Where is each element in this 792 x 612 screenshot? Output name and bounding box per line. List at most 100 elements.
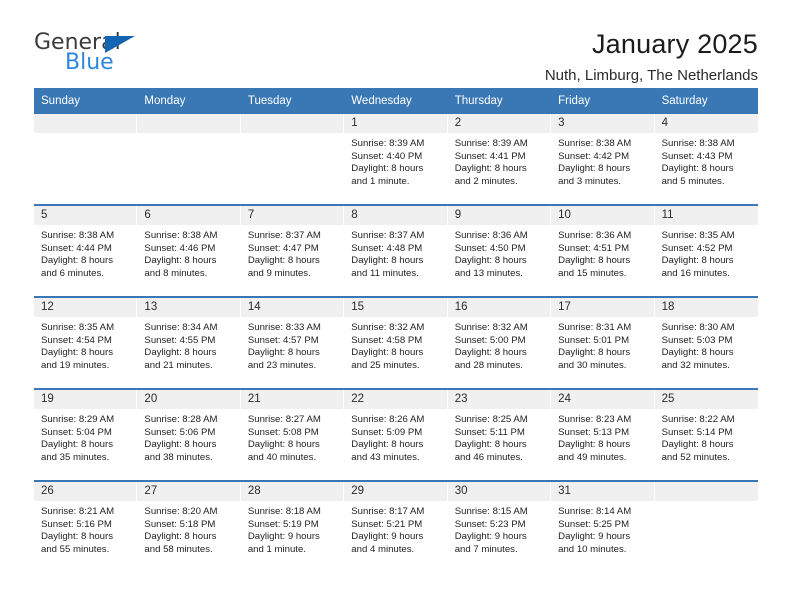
sunset-text: Sunset: 4:58 PM (351, 334, 423, 346)
day-cell[interactable]: 10 Sunrise: 8:36 AM Sunset: 4:51 PM Dayligh… (551, 206, 655, 296)
day-cell[interactable]: 7 Sunrise: 8:37 AM Sunset: 4:47 PM Daylight… (240, 206, 345, 296)
day-sun-info: Sunrise: 8:26 AM Sunset: 5:09 PM Daylight:… (344, 409, 447, 470)
sunrise-text: Sunrise: 8:38 AM (41, 230, 115, 241)
day-cell[interactable]: 9 Sunrise: 8:36 AM Sunset: 4:50 PM Daylight… (447, 206, 552, 296)
day-sun-info: Sunrise: 8:39 AM Sunset: 4:41 PM Daylight:… (448, 133, 551, 194)
day-cell[interactable]: 6 Sunrise: 8:38 AM Sunset: 4:46 PM Daylight… (137, 206, 241, 296)
daylight-text-line1: Daylight: 9 hours (454, 531, 527, 543)
daylight-text-line1: Daylight: 8 hours (144, 531, 217, 543)
day-sun-info: Sunrise: 8:21 AM Sunset: 5:16 PM Daylight:… (34, 501, 137, 562)
day-number: 11 (654, 206, 758, 225)
day-cell[interactable]: 24 Sunrise: 8:23 AM Sunset: 5:13 PM Dayligh… (551, 390, 655, 480)
day-number: 12 (34, 298, 138, 317)
sunrise-text: Sunrise: 8:21 AM (41, 506, 115, 517)
day-number: 16 (447, 298, 552, 317)
daylight-text-line1: Daylight: 8 hours (351, 163, 424, 175)
daylight-text-line1: Daylight: 8 hours (661, 163, 734, 175)
day-cell[interactable]: 14 Sunrise: 8:33 AM Sunset: 4:57 PM Dayligh… (240, 298, 345, 388)
day-sun-info: Sunrise: 8:35 AM Sunset: 4:52 PM Daylight:… (655, 225, 758, 286)
daylight-text-line1: Daylight: 8 hours (144, 439, 217, 451)
sunset-text: Sunset: 5:25 PM (558, 518, 630, 530)
day-cell[interactable]: 15 Sunrise: 8:32 AM Sunset: 4:58 PM Dayligh… (344, 298, 448, 388)
day-cell[interactable]: 2 Sunrise: 8:39 AM Sunset: 4:41 PM Daylight… (447, 114, 552, 204)
day-cell[interactable]: 25 Sunrise: 8:22 AM Sunset: 5:14 PM Dayligh… (654, 390, 758, 480)
day-cell[interactable]: 16 Sunrise: 8:32 AM Sunset: 5:00 PM Dayligh… (447, 298, 552, 388)
sunset-text: Sunset: 5:19 PM (247, 518, 319, 530)
daylight-text-line2: and 16 minutes. (661, 267, 730, 279)
daylight-text-line2: and 19 minutes. (41, 359, 110, 371)
daylight-text-line1: Daylight: 9 hours (351, 531, 424, 543)
daylight-text-line1: Daylight: 9 hours (247, 531, 320, 543)
day-cell[interactable]: 3 Sunrise: 8:38 AM Sunset: 4:42 PM Daylight… (551, 114, 655, 204)
daylight-text-line2: and 1 minute. (247, 543, 306, 555)
day-number: 8 (344, 206, 448, 225)
daylight-text-line1: Daylight: 8 hours (41, 255, 113, 267)
day-cell[interactable]: 8 Sunrise: 8:37 AM Sunset: 4:48 PM Daylight… (344, 206, 448, 296)
day-number: 31 (551, 482, 655, 501)
day-cell[interactable]: 1 Sunrise: 8:39 AM Sunset: 4:40 PM Daylight… (344, 114, 448, 204)
day-cell[interactable]: 5 Sunrise: 8:38 AM Sunset: 4:44 PM Daylight… (34, 206, 138, 296)
daylight-text-line2: and 30 minutes. (558, 359, 627, 371)
day-cell-empty (240, 114, 345, 204)
daylight-text-line1: Daylight: 8 hours (247, 347, 320, 359)
sunset-text: Sunset: 5:18 PM (144, 518, 216, 530)
daylight-text-line2: and 4 minutes. (351, 543, 415, 555)
day-number: 27 (137, 482, 241, 501)
day-number: 7 (240, 206, 345, 225)
sunset-text: Sunset: 4:43 PM (661, 150, 733, 162)
sunrise-text: Sunrise: 8:28 AM (144, 414, 218, 425)
sunset-text: Sunset: 4:44 PM (41, 242, 112, 254)
day-cell[interactable]: 19 Sunrise: 8:29 AM Sunset: 5:04 PM Dayligh… (34, 390, 138, 480)
sunset-text: Sunset: 4:57 PM (247, 334, 319, 346)
daylight-text-line1: Daylight: 8 hours (558, 163, 631, 175)
sunset-text: Sunset: 5:03 PM (661, 334, 733, 346)
day-cell[interactable]: 22 Sunrise: 8:26 AM Sunset: 5:09 PM Dayligh… (344, 390, 448, 480)
sunrise-text: Sunrise: 8:33 AM (247, 322, 321, 333)
day-number: 17 (551, 298, 655, 317)
daylight-text-line2: and 49 minutes. (558, 451, 627, 463)
daylight-text-line1: Daylight: 8 hours (41, 347, 113, 359)
day-cell[interactable]: 4 Sunrise: 8:38 AM Sunset: 4:43 PM Daylight… (654, 114, 758, 204)
sunrise-text: Sunrise: 8:36 AM (454, 230, 528, 241)
daylight-text-line2: and 10 minutes. (558, 543, 627, 555)
daylight-text-line1: Daylight: 8 hours (558, 439, 631, 451)
day-cell[interactable]: 12 Sunrise: 8:35 AM Sunset: 4:54 PM Dayligh… (34, 298, 138, 388)
day-cell-empty (654, 482, 758, 572)
weekday-header-wednesday: Wednesday (351, 95, 412, 107)
daylight-text-line2: and 28 minutes. (454, 359, 523, 371)
sunset-text: Sunset: 5:09 PM (351, 426, 423, 438)
day-cell[interactable]: 11 Sunrise: 8:35 AM Sunset: 4:52 PM Dayligh… (654, 206, 758, 296)
page-header: General Blue January 2025 Nuth, Limburg,… (0, 0, 792, 84)
sunset-text: Sunset: 5:21 PM (351, 518, 423, 530)
day-cell[interactable]: 26 Sunrise: 8:21 AM Sunset: 5:16 PM Dayligh… (34, 482, 138, 572)
day-number: 28 (240, 482, 345, 501)
daylight-text-line1: Daylight: 8 hours (661, 439, 734, 451)
brand-logo[interactable]: General Blue (34, 28, 154, 76)
sunset-text: Sunset: 4:46 PM (144, 242, 216, 254)
day-cell[interactable]: 29 Sunrise: 8:17 AM Sunset: 5:21 PM Dayligh… (344, 482, 448, 572)
day-cell[interactable]: 18 Sunrise: 8:30 AM Sunset: 5:03 PM Dayligh… (654, 298, 758, 388)
day-cell[interactable]: 28 Sunrise: 8:18 AM Sunset: 5:19 PM Dayligh… (240, 482, 345, 572)
sunset-text: Sunset: 5:04 PM (41, 426, 112, 438)
day-number (137, 114, 241, 133)
day-cell[interactable]: 30 Sunrise: 8:15 AM Sunset: 5:23 PM Dayligh… (447, 482, 552, 572)
day-number: 3 (551, 114, 655, 133)
day-cell[interactable]: 21 Sunrise: 8:27 AM Sunset: 5:08 PM Dayligh… (240, 390, 345, 480)
daylight-text-line2: and 35 minutes. (41, 451, 110, 463)
sunset-text: Sunset: 4:48 PM (351, 242, 423, 254)
day-cell[interactable]: 23 Sunrise: 8:25 AM Sunset: 5:11 PM Dayligh… (447, 390, 552, 480)
day-cell[interactable]: 17 Sunrise: 8:31 AM Sunset: 5:01 PM Dayligh… (551, 298, 655, 388)
daylight-text-line2: and 32 minutes. (661, 359, 730, 371)
daylight-text-line2: and 40 minutes. (247, 451, 317, 463)
sunrise-text: Sunrise: 8:27 AM (247, 414, 321, 425)
day-sun-info: Sunrise: 8:14 AM Sunset: 5:25 PM Daylight:… (551, 501, 654, 562)
daylight-text-line2: and 7 minutes. (454, 543, 518, 555)
sunrise-text: Sunrise: 8:29 AM (41, 414, 115, 425)
day-cell[interactable]: 20 Sunrise: 8:28 AM Sunset: 5:06 PM Dayligh… (137, 390, 241, 480)
day-cell[interactable]: 31 Sunrise: 8:14 AM Sunset: 5:25 PM Dayligh… (551, 482, 655, 572)
day-number: 5 (34, 206, 138, 225)
day-cell[interactable]: 27 Sunrise: 8:20 AM Sunset: 5:18 PM Dayligh… (137, 482, 241, 572)
sunset-text: Sunset: 4:54 PM (41, 334, 112, 346)
day-cell[interactable]: 13 Sunrise: 8:34 AM Sunset: 4:55 PM Dayligh… (137, 298, 241, 388)
sunset-text: Sunset: 4:42 PM (558, 150, 630, 162)
